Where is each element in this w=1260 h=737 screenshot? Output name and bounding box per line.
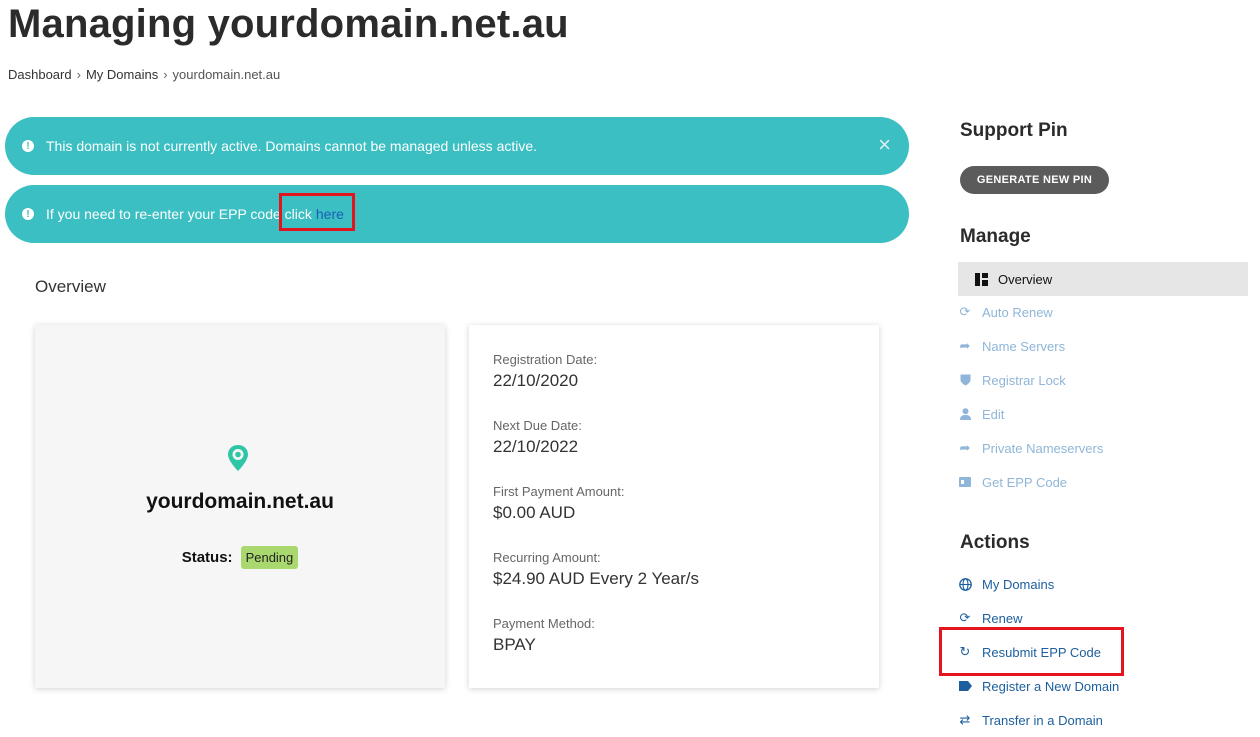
share-arrow-icon: ➦ [959, 440, 971, 455]
inactive-alert: ! This domain is not currently active. D… [5, 117, 909, 175]
page-title: Managing yourdomain.net.au [8, 2, 569, 46]
menu-label: Overview [998, 271, 1053, 287]
status-badge: Pending [240, 546, 299, 569]
domain-name: yourdomain.net.au [146, 490, 334, 513]
epp-alert: ! If you need to re-enter your EPP code … [5, 185, 909, 243]
breadcrumb: Dashboard › My Domains › yourdomain.net.… [8, 67, 280, 82]
menu-label: Renew [982, 610, 1023, 626]
id-card-icon [958, 475, 972, 489]
breadcrumb-dashboard[interactable]: Dashboard [8, 67, 72, 82]
detail-label: Registration Date: [493, 352, 598, 367]
manage-name-servers[interactable]: ➦ Name Servers [958, 329, 1248, 363]
redo-icon: ↻ [959, 644, 971, 659]
dashboard-icon [974, 272, 988, 286]
close-icon[interactable]: × [878, 134, 891, 156]
domain-card: yourdomain.net.au Status: Pending [35, 325, 445, 688]
detail-value: $0.00 AUD [493, 503, 576, 522]
menu-label: Resubmit EPP Code [982, 644, 1101, 660]
recurring-amount: Recurring Amount: $24.90 AUD Every 2 Yea… [493, 550, 699, 589]
menu-label: Auto Renew [982, 304, 1053, 320]
user-icon [958, 407, 972, 421]
breadcrumb-my-domains[interactable]: My Domains [86, 67, 158, 82]
manage-heading: Manage [960, 226, 1031, 247]
breadcrumb-current: yourdomain.net.au [172, 67, 281, 82]
generate-new-pin-button[interactable]: GENERATE NEW PIN [960, 166, 1109, 194]
inactive-alert-text: This domain is not currently active. Dom… [46, 138, 538, 154]
menu-label: Edit [982, 406, 1005, 422]
action-resubmit-epp-code[interactable]: ↻ Resubmit EPP Code [958, 635, 1248, 669]
detail-label: First Payment Amount: [493, 484, 625, 499]
detail-label: Recurring Amount: [493, 550, 601, 565]
manage-get-epp-code[interactable]: Get EPP Code [958, 465, 1248, 499]
detail-label: Payment Method: [493, 616, 595, 631]
payment-method: Payment Method: BPAY [493, 616, 595, 655]
status-label: Status: [181, 549, 233, 566]
globe-icon [958, 577, 972, 591]
status-row: Status: Pending [35, 546, 445, 569]
tag-icon [958, 679, 972, 693]
menu-label: Transfer in a Domain [982, 712, 1103, 728]
exclamation-circle-icon: ! [22, 208, 34, 220]
action-register-new-domain[interactable]: Register a New Domain [958, 669, 1248, 703]
menu-label: Get EPP Code [982, 474, 1068, 490]
epp-here-link[interactable]: here [316, 206, 344, 222]
share-arrow-icon: ➦ [959, 338, 971, 353]
chevron-right-icon: › [76, 67, 81, 82]
exclamation-circle-icon: ! [22, 140, 34, 152]
menu-label: Name Servers [982, 338, 1066, 354]
detail-label: Next Due Date: [493, 418, 582, 433]
detail-value: BPAY [493, 635, 536, 654]
chevron-right-icon: › [163, 67, 168, 82]
menu-label: Private Nameservers [982, 440, 1104, 456]
details-card: Registration Date: 22/10/2020 Next Due D… [469, 325, 879, 688]
epp-alert-text: If you need to re-enter your EPP code cl… [46, 206, 312, 222]
actions-heading: Actions [960, 532, 1030, 553]
action-transfer-domain[interactable]: ⇄ Transfer in a Domain [958, 703, 1248, 737]
sync-icon: ⟳ [959, 610, 971, 625]
manage-edit[interactable]: Edit [958, 397, 1248, 431]
manage-private-nameservers[interactable]: ➦ Private Nameservers [958, 431, 1248, 465]
exchange-icon: ⇄ [959, 712, 971, 727]
manage-auto-renew[interactable]: ⟳ Auto Renew [958, 295, 1248, 329]
action-renew[interactable]: ⟳ Renew [958, 601, 1248, 635]
detail-value: 22/10/2020 [493, 371, 579, 390]
support-pin-heading: Support Pin [960, 120, 1068, 141]
map-pin-icon [228, 445, 248, 471]
shield-icon [958, 373, 972, 387]
first-payment-amount: First Payment Amount: $0.00 AUD [493, 484, 625, 523]
detail-value: $24.90 AUD Every 2 Year/s [493, 569, 700, 588]
registration-date: Registration Date: 22/10/2020 [493, 352, 597, 391]
manage-overview[interactable]: Overview [958, 262, 1248, 296]
sync-icon: ⟳ [959, 304, 971, 319]
menu-label: Registrar Lock [982, 372, 1066, 388]
menu-label: Register a New Domain [982, 678, 1120, 694]
manage-registrar-lock[interactable]: Registrar Lock [958, 363, 1248, 397]
next-due-date: Next Due Date: 22/10/2022 [493, 418, 582, 457]
detail-value: 22/10/2022 [493, 437, 579, 456]
action-my-domains[interactable]: My Domains [958, 567, 1248, 601]
overview-heading: Overview [35, 277, 106, 296]
menu-label: My Domains [982, 576, 1055, 592]
